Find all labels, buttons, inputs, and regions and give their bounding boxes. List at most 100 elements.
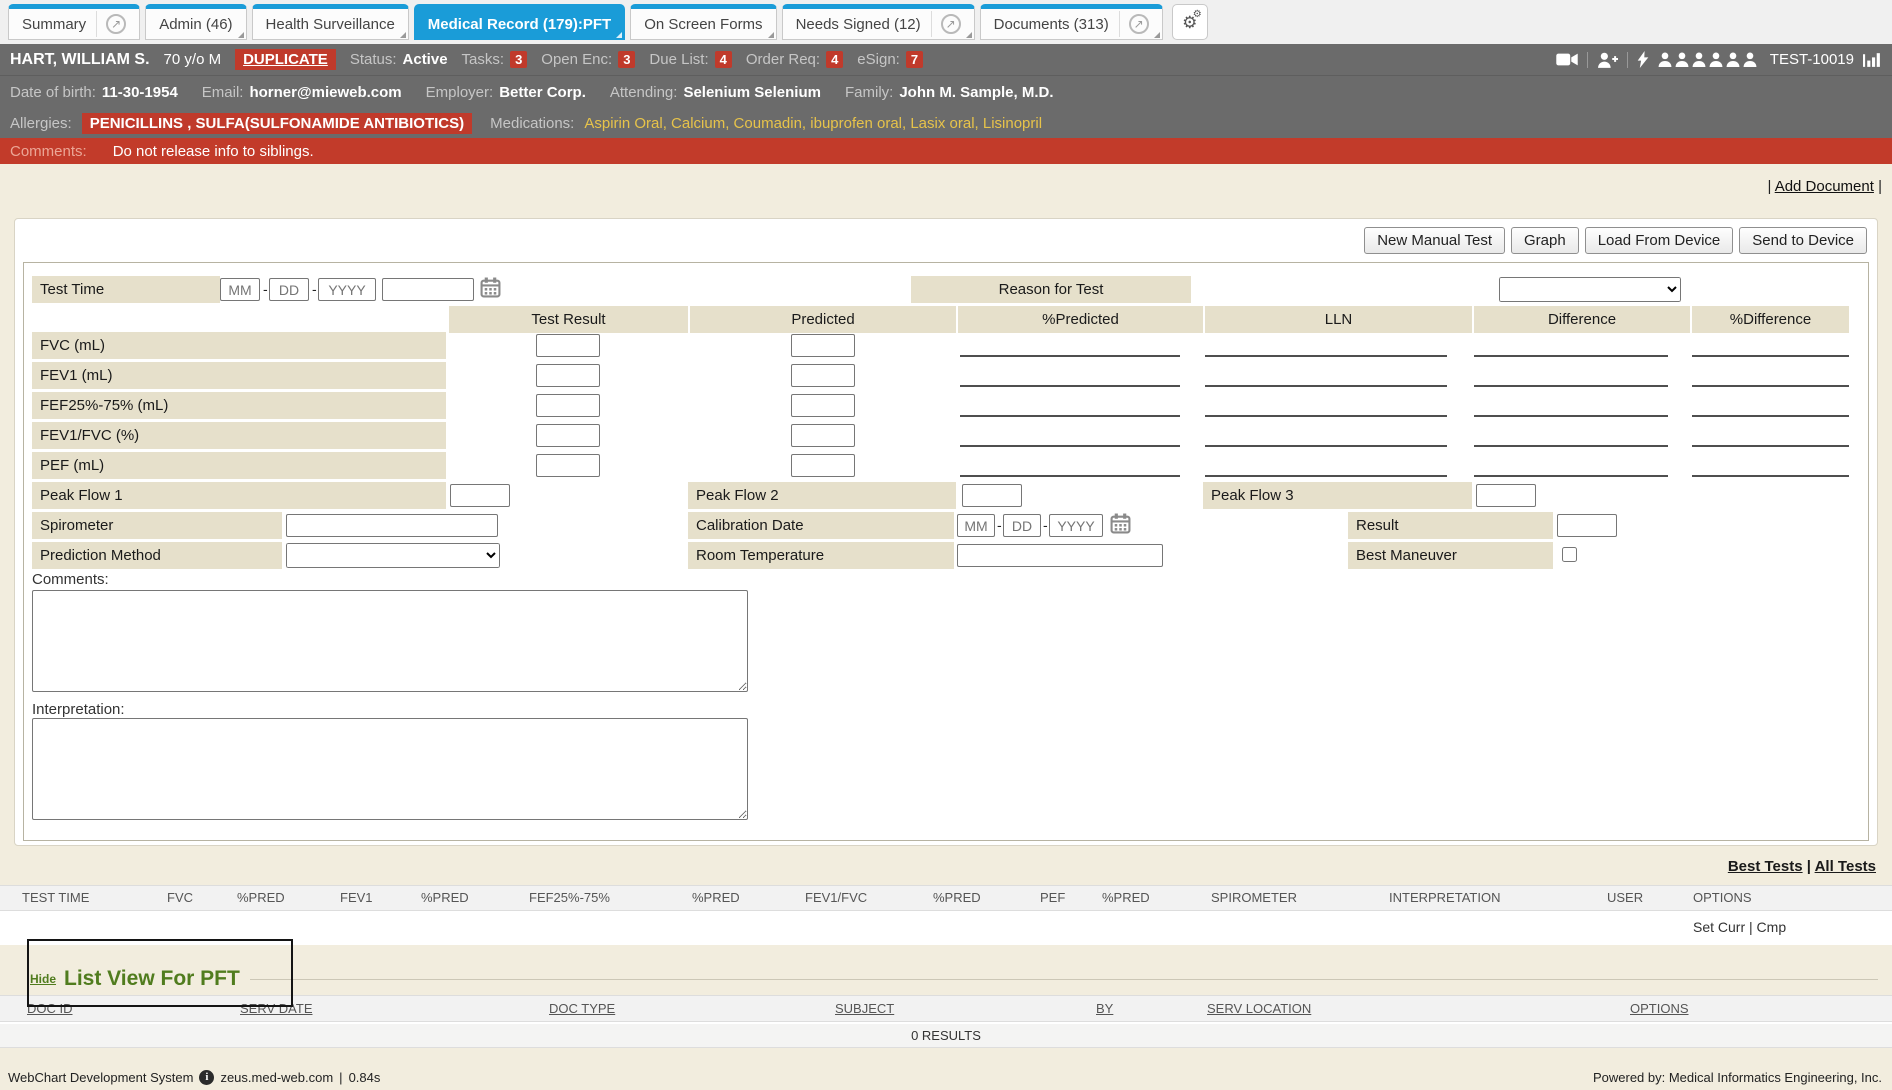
open-new-window-icon[interactable]: ↗ xyxy=(941,14,961,34)
pef-test-result-input[interactable] xyxy=(536,454,600,477)
prediction-method-select[interactable] xyxy=(286,543,500,568)
fev1-predicted-input[interactable] xyxy=(791,364,855,387)
tab-on-screen-forms[interactable]: On Screen Forms xyxy=(630,4,776,40)
fvc-difference-field xyxy=(1474,332,1668,357)
person-icon xyxy=(1726,52,1740,67)
settings-gear-button[interactable]: ⚙ ⚙ xyxy=(1172,4,1208,40)
dob-value: 11-30-1954 xyxy=(102,84,178,101)
add-person-icon[interactable] xyxy=(1597,52,1618,68)
calibration-day-input[interactable] xyxy=(1003,514,1041,537)
peak-flow-2-input[interactable] xyxy=(962,484,1022,507)
open-new-window-icon[interactable]: ↗ xyxy=(1129,14,1149,34)
form-comments-label: Comments: xyxy=(32,571,109,588)
spirometer-input[interactable] xyxy=(286,514,498,537)
date-separator: - xyxy=(1043,514,1048,537)
footer-host: zeus.med-web.com xyxy=(220,1070,333,1085)
calibration-date-label: Calibration Date xyxy=(688,512,954,539)
load-from-device-button[interactable]: Load From Device xyxy=(1585,227,1734,254)
open-new-window-icon[interactable]: ↗ xyxy=(106,14,126,34)
due-list-count-badge[interactable]: 4 xyxy=(715,51,732,68)
tab-health-surveillance[interactable]: Health Surveillance xyxy=(252,4,409,40)
pef-predicted-input[interactable] xyxy=(791,454,855,477)
fvc-test-result-input[interactable] xyxy=(536,334,600,357)
family-value: John M. Sample, M.D. xyxy=(899,84,1053,101)
best-tests-link[interactable]: Best Tests xyxy=(1728,858,1803,875)
fev1-fvc-test-result-input[interactable] xyxy=(536,424,600,447)
tab-needs-signed[interactable]: Needs Signed (12) ↗ xyxy=(782,4,975,40)
peak-flow-3-label: Peak Flow 3 xyxy=(1203,482,1472,509)
tasks-label: Tasks: xyxy=(462,51,505,68)
set-curr-link[interactable]: Set Curr xyxy=(1693,919,1745,935)
doc-header-options[interactable]: OPTIONS xyxy=(1630,996,1689,1021)
tasks-count-badge[interactable]: 3 xyxy=(510,51,527,68)
tab-summary[interactable]: Summary ↗ xyxy=(8,4,140,40)
calendar-icon[interactable] xyxy=(480,277,501,298)
tab-medical-record[interactable]: Medical Record (179):PFT xyxy=(414,4,625,40)
results-header-spirometer: SPIROMETER xyxy=(1211,886,1297,910)
row-label-fev1-fvc: FEV1/FVC (%) xyxy=(32,422,446,449)
duplicate-flag[interactable]: DUPLICATE xyxy=(235,49,336,70)
result-input[interactable] xyxy=(1557,514,1617,537)
calibration-month-input[interactable] xyxy=(957,514,995,537)
list-view-section: Hide List View For PFT xyxy=(0,945,1892,995)
peak-flow-2-label: Peak Flow 2 xyxy=(688,482,956,509)
results-header-pct-pred-5: %PRED xyxy=(1102,886,1150,910)
calendar-icon[interactable] xyxy=(1110,513,1131,534)
interpretation-textarea[interactable] xyxy=(32,718,748,820)
fev1-fvc-predicted-input[interactable] xyxy=(791,424,855,447)
fef25-75-predicted-input[interactable] xyxy=(791,394,855,417)
fef25-75-lln-field xyxy=(1205,392,1447,417)
cmp-link[interactable]: Cmp xyxy=(1757,919,1787,935)
new-manual-test-button[interactable]: New Manual Test xyxy=(1364,227,1505,254)
bar-chart-icon[interactable] xyxy=(1863,52,1882,67)
person-icon xyxy=(1675,52,1689,67)
recent-patients-icons[interactable] xyxy=(1658,52,1757,67)
test-time-year-input[interactable] xyxy=(318,278,376,301)
open-enc-label: Open Enc: xyxy=(541,51,612,68)
test-time-day-input[interactable] xyxy=(269,278,309,301)
add-document-link[interactable]: Add Document xyxy=(1775,178,1874,195)
calibration-year-input[interactable] xyxy=(1049,514,1103,537)
medications-value[interactable]: Aspirin Oral, Calcium, Coumadin, ibuprof… xyxy=(584,115,1042,132)
pef-pct-difference-field xyxy=(1692,452,1849,477)
pipe: | xyxy=(339,1070,342,1085)
results-header-fev1-fvc: FEV1/FVC xyxy=(805,886,867,910)
allergies-value[interactable]: PENICILLINS , SULFA(SULFONAMIDE ANTIBIOT… xyxy=(82,113,472,134)
attending-value: Selenium Selenium xyxy=(683,84,821,101)
patient-age-sex: 70 y/o M xyxy=(164,51,222,68)
best-maneuver-checkbox[interactable] xyxy=(1562,547,1577,562)
esign-count-badge[interactable]: 7 xyxy=(906,51,923,68)
email-value: horner@mieweb.com xyxy=(249,84,401,101)
lightning-icon[interactable] xyxy=(1637,51,1649,68)
doc-header-serv-location[interactable]: SERV LOCATION xyxy=(1207,996,1311,1021)
info-icon[interactable]: i xyxy=(199,1070,214,1085)
peak-flow-3-input[interactable] xyxy=(1476,484,1536,507)
fef25-75-difference-field xyxy=(1474,392,1668,417)
test-time-month-input[interactable] xyxy=(220,278,260,301)
tab-admin[interactable]: Admin (46) xyxy=(145,4,246,40)
doc-header-serv-date[interactable]: SERV DATE xyxy=(240,996,312,1021)
order-req-label: Order Req: xyxy=(746,51,820,68)
hide-list-view-link[interactable]: Hide xyxy=(30,972,56,986)
send-to-device-button[interactable]: Send to Device xyxy=(1739,227,1867,254)
graph-button[interactable]: Graph xyxy=(1511,227,1579,254)
peak-flow-1-input[interactable] xyxy=(450,484,510,507)
tab-documents[interactable]: Documents (313) ↗ xyxy=(980,4,1163,40)
form-comments-textarea[interactable] xyxy=(32,590,748,692)
all-tests-link[interactable]: All Tests xyxy=(1815,858,1876,875)
order-req-count-badge[interactable]: 4 xyxy=(826,51,843,68)
open-enc-count-badge[interactable]: 3 xyxy=(618,51,635,68)
prediction-method-label: Prediction Method xyxy=(32,542,282,569)
fef25-75-test-result-input[interactable] xyxy=(536,394,600,417)
test-time-time-input[interactable] xyxy=(382,278,474,301)
video-camera-icon[interactable] xyxy=(1556,52,1578,67)
doc-header-doc-id[interactable]: DOC ID xyxy=(27,996,73,1021)
room-temperature-input[interactable] xyxy=(957,544,1163,567)
doc-header-doc-type[interactable]: DOC TYPE xyxy=(549,996,615,1021)
reason-for-test-select[interactable] xyxy=(1499,277,1681,302)
fvc-predicted-input[interactable] xyxy=(791,334,855,357)
doc-header-subject[interactable]: SUBJECT xyxy=(835,996,894,1021)
doc-header-by[interactable]: BY xyxy=(1096,996,1113,1021)
column-header-pct-difference: %Difference xyxy=(1692,306,1849,333)
fev1-test-result-input[interactable] xyxy=(536,364,600,387)
